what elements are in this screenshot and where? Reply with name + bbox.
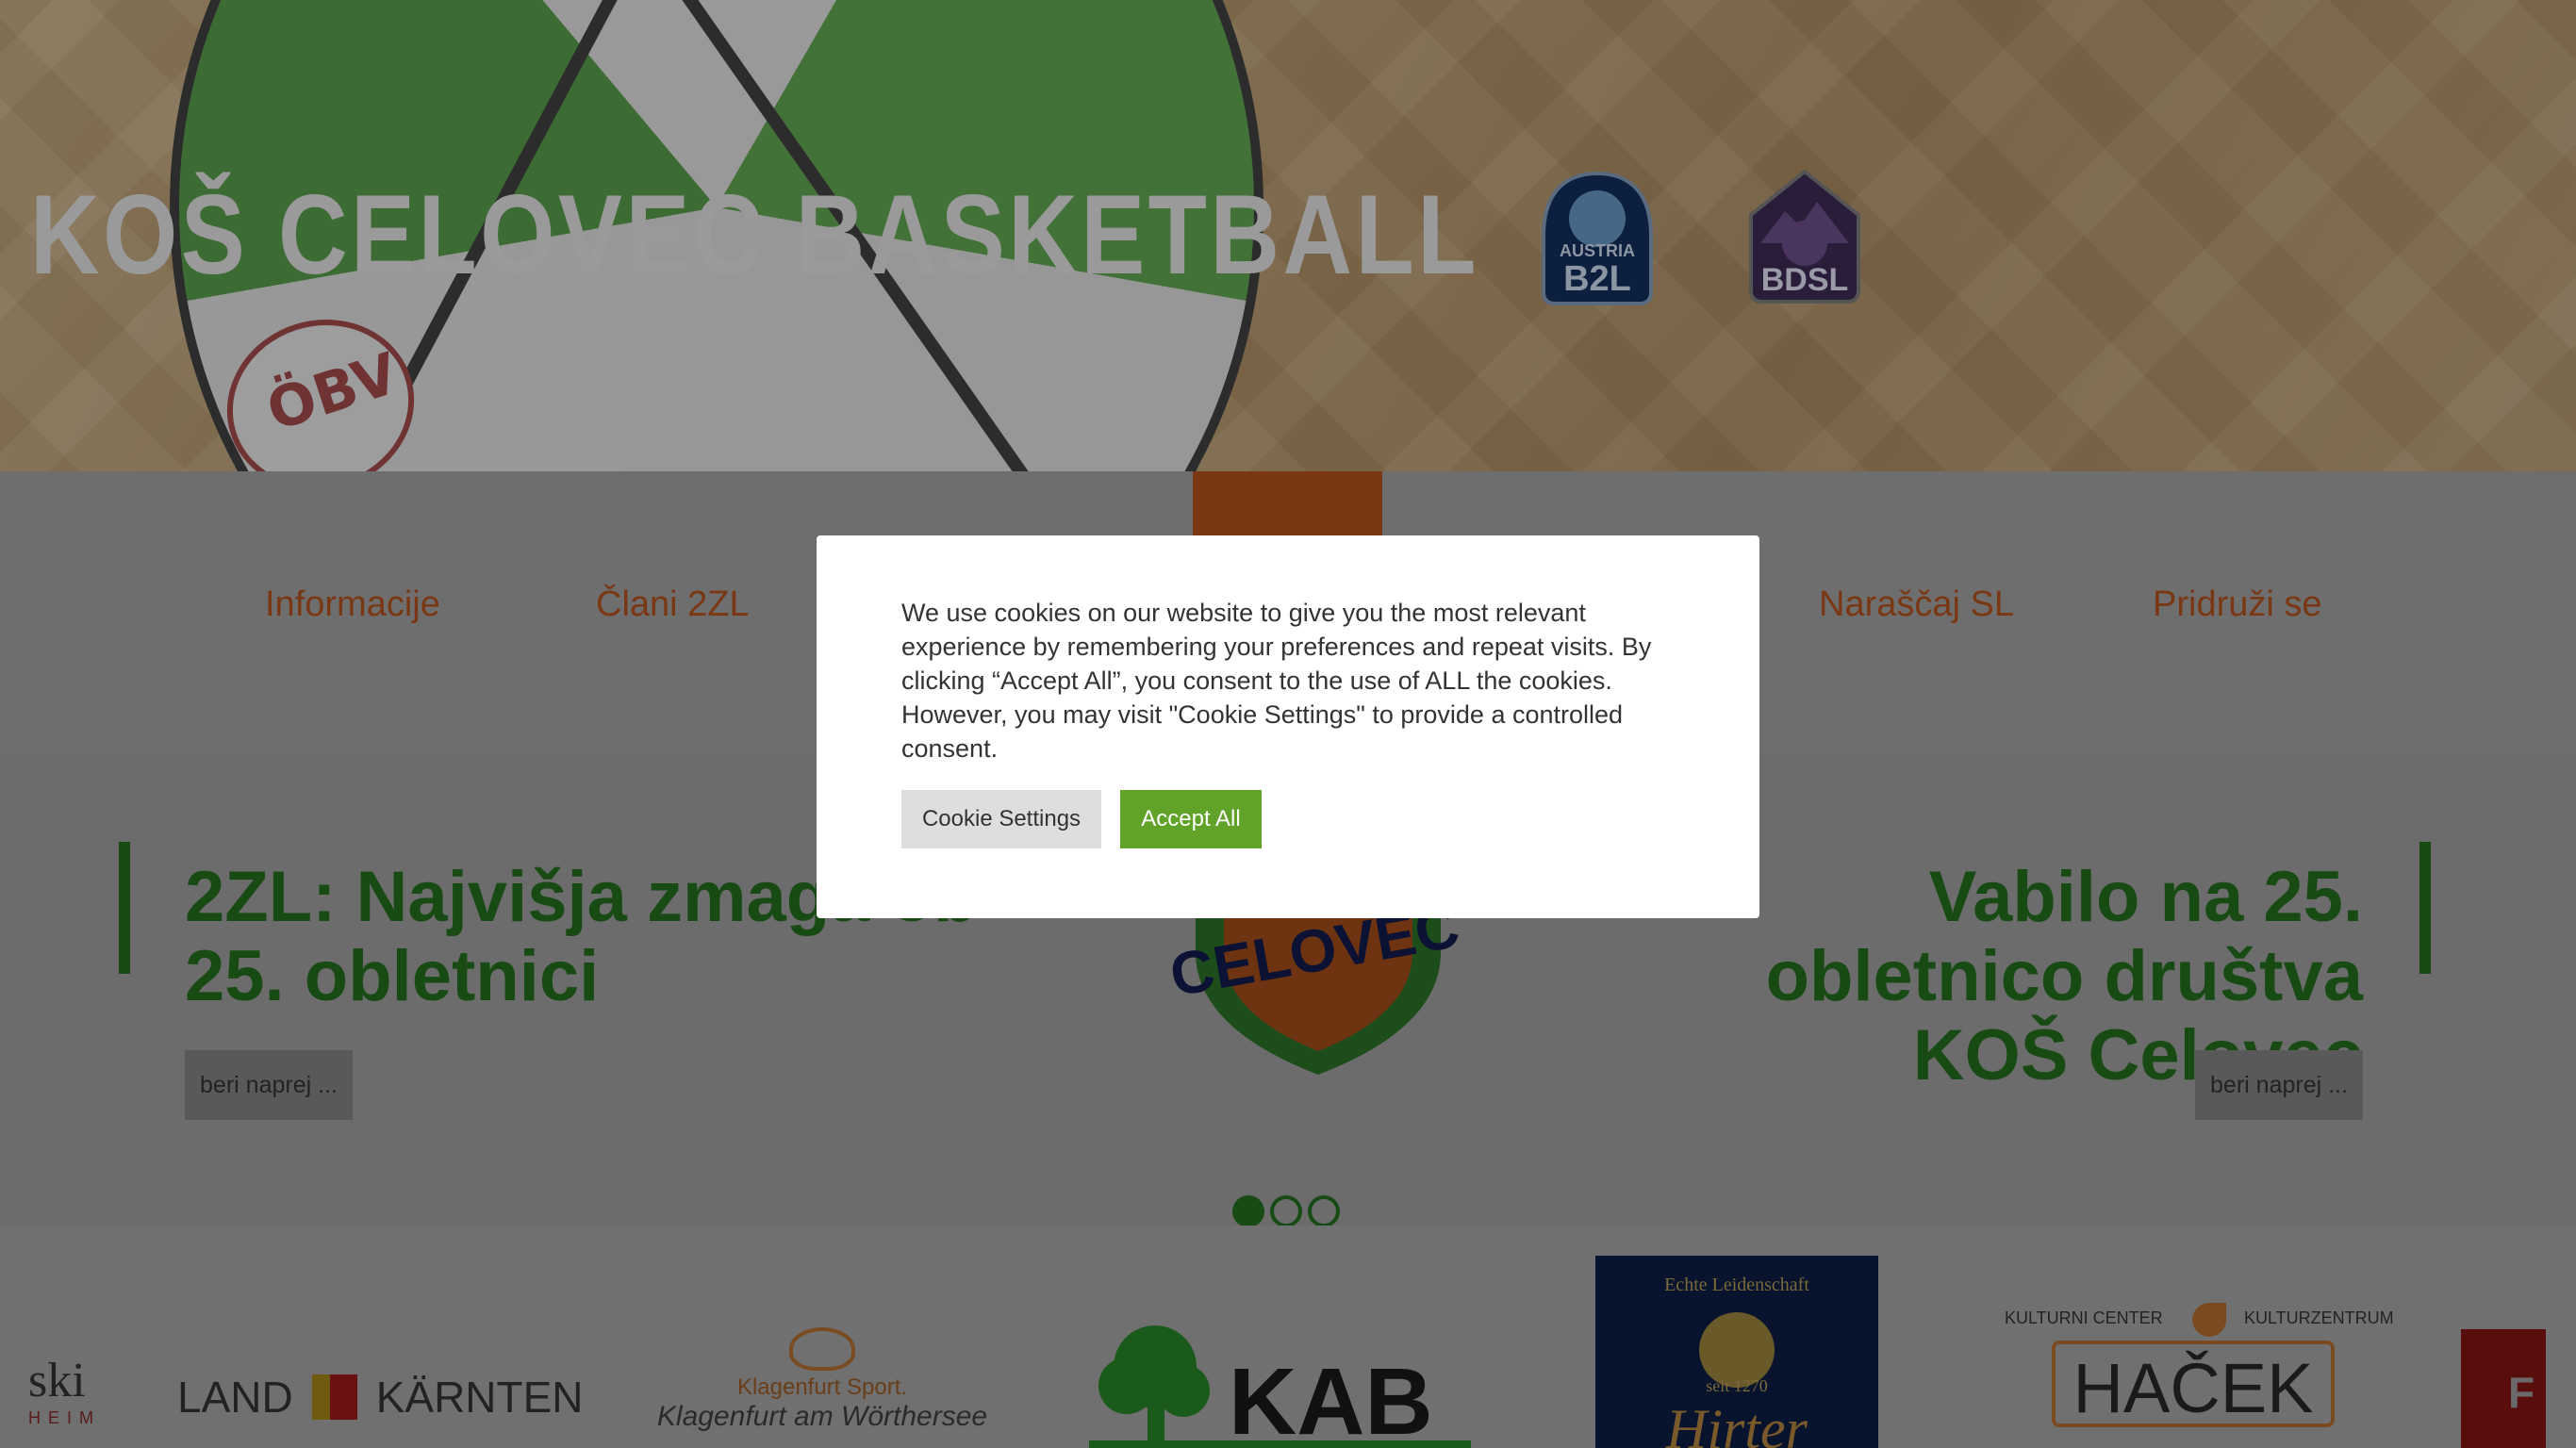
nav-item-informacije[interactable]: Informacije xyxy=(265,584,440,625)
hero-banner: ÖBV KOŠ CELOVEC BASKETBALL AUSTRIA B2L B… xyxy=(0,0,2576,471)
nav-item-pridruzi-se[interactable]: Pridruži se xyxy=(2153,584,2322,625)
bdsl-logo[interactable]: BDSL xyxy=(1747,168,1862,305)
bird-icon xyxy=(2192,1303,2226,1337)
ski-sponsor[interactable]: ski HEIM xyxy=(28,1353,101,1428)
sponsor-strip: ski HEIM LAND KÄRNTEN Klagenfurt Sport. … xyxy=(0,1226,2576,1448)
slider-dot-3[interactable] xyxy=(1308,1195,1340,1227)
hirter-sponsor[interactable]: Echte Leidenschaft seit 1270 Hirter xyxy=(1595,1256,1878,1448)
kab-sponsor[interactable]: KAB xyxy=(1089,1320,1471,1448)
cookie-settings-button[interactable]: Cookie Settings xyxy=(901,790,1101,848)
cookie-message: We use cookies on our website to give yo… xyxy=(901,599,1652,763)
accept-all-button[interactable]: Accept All xyxy=(1120,790,1262,848)
svg-text:B2L: B2L xyxy=(1563,259,1631,299)
slider-dot-1[interactable] xyxy=(1232,1195,1264,1227)
austria-b2l-logo[interactable]: AUSTRIA B2L xyxy=(1540,170,1655,307)
kab-tree-icon xyxy=(1098,1325,1210,1448)
slider-dot-2[interactable] xyxy=(1270,1195,1302,1227)
svg-text:AUSTRIA: AUSTRIA xyxy=(1560,241,1635,260)
cookie-consent-dialog: We use cookies on our website to give yo… xyxy=(817,535,1759,918)
nav-item-clani-2zl[interactable]: Člani 2ZL xyxy=(596,584,750,625)
slider-dots xyxy=(1232,1195,1340,1227)
kaernten-flag-icon xyxy=(311,1374,357,1420)
hacek-sponsor[interactable]: KULTURNI CENTER KULTURZENTRUM HAČEK xyxy=(1999,1303,2394,1448)
site-title: KOŠ CELOVEC BASKETBALL xyxy=(30,172,1479,298)
nav-item-narascaj-sl[interactable]: Naraščaj SL xyxy=(1819,584,2014,625)
red-sponsor[interactable]: F xyxy=(2461,1329,2546,1448)
land-kaernten-sponsor[interactable]: LAND KÄRNTEN xyxy=(177,1372,584,1423)
active-menu-marker xyxy=(1193,471,1382,537)
svg-text:BDSL: BDSL xyxy=(1761,262,1849,298)
klagenfurt-dragon-icon xyxy=(789,1327,855,1371)
read-more-button-left[interactable]: beri naprej ... xyxy=(185,1050,353,1120)
read-more-button-right[interactable]: beri naprej ... xyxy=(2195,1050,2363,1120)
klagenfurt-sport-sponsor[interactable]: Klagenfurt Sport. Klagenfurt am Wörthers… xyxy=(634,1327,1011,1433)
